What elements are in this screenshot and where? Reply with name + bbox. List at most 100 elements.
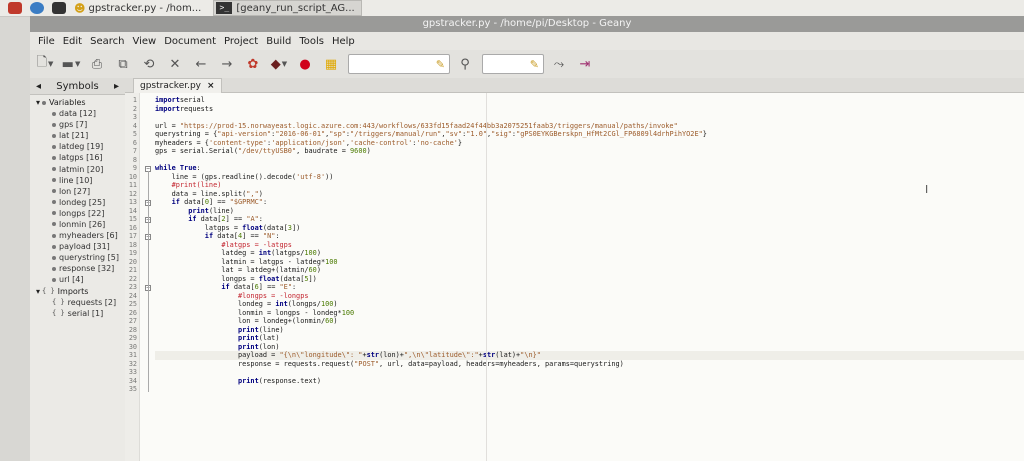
tree-item[interactable]: londeg [25]: [52, 197, 125, 208]
menu-view[interactable]: View: [132, 36, 156, 47]
code-line[interactable]: lonmin = longps - londeg*100: [155, 309, 354, 318]
taskbar-task-terminal[interactable]: >_ [geany_run_script_AG...: [213, 0, 362, 16]
code-line[interactable]: print(lon): [155, 343, 280, 352]
tree-item[interactable]: myheaders [6]: [52, 230, 125, 241]
code-line[interactable]: importrequests: [155, 105, 213, 114]
revert-button[interactable]: ⟲: [138, 53, 160, 75]
tree-item[interactable]: url [4]: [52, 274, 125, 285]
code-line[interactable]: if data[0] == "$GPRMC":: [155, 198, 267, 207]
code-line[interactable]: payload = "{\n\"longitude\": "+str(lon)+…: [155, 351, 1024, 360]
tree-item[interactable]: longps [22]: [52, 208, 125, 219]
code-line[interactable]: if data[2] == "A":: [155, 215, 263, 224]
code-line[interactable]: latdeg = int(latgps/100): [155, 249, 321, 258]
close-button[interactable]: ✕: [164, 53, 186, 75]
menu-project[interactable]: Project: [224, 36, 258, 47]
code-line[interactable]: if data[4] == "N":: [155, 232, 280, 241]
fold-margin[interactable]: −−−−−: [139, 93, 155, 461]
code-token: :: [258, 215, 263, 223]
code-line[interactable]: print(line): [155, 207, 234, 216]
tree-item[interactable]: latdeg [19]: [52, 141, 125, 152]
code-line[interactable]: while True:: [155, 164, 201, 173]
code-token: 'no-cache': [416, 138, 458, 147]
tree-item[interactable]: gps [7]: [52, 119, 125, 130]
save-button[interactable]: ⎙: [86, 53, 108, 75]
compile-button[interactable]: ✿: [242, 53, 264, 75]
browser-icon[interactable]: [30, 2, 44, 14]
run-button[interactable]: ●: [294, 53, 316, 75]
tree-item[interactable]: { } serial [1]: [52, 308, 125, 319]
code-line[interactable]: url = "https://prod-15.norwayeast.logic.…: [155, 122, 678, 131]
tree-item[interactable]: latmin [20]: [52, 163, 125, 174]
quit-button[interactable]: ⇥: [574, 53, 596, 75]
tree-item[interactable]: { } requests [2]: [52, 297, 125, 308]
tree-group-label: Imports: [57, 286, 89, 296]
back-button[interactable]: ←: [190, 53, 212, 75]
menu-search[interactable]: Search: [90, 36, 124, 47]
code-editor[interactable]: 1 2 3 4 5 6 7 8 9 10 11 12 13 14 15 16 17 18 19 20 21 22 23 24 2…: [125, 93, 1024, 461]
terminal-icon[interactable]: [52, 2, 66, 14]
chevron-right-icon[interactable]: ▸: [114, 81, 119, 92]
code-line[interactable]: lon = londeg+(lonmin/60): [155, 317, 338, 326]
tree-item[interactable]: querystring [5]: [52, 252, 125, 263]
goto-line-button[interactable]: ⤳: [548, 53, 570, 75]
code-line[interactable]: latmin = latgps - latdeg*100: [155, 258, 337, 267]
code-area[interactable]: importserial importrequests url = "https:/…: [155, 93, 1024, 461]
tree-item[interactable]: payload [31]: [52, 241, 125, 252]
menu-help[interactable]: Help: [332, 36, 355, 47]
open-file-button[interactable]: ▬ ▼: [60, 53, 82, 75]
raspberry-menu-icon[interactable]: [8, 2, 22, 14]
menu-edit[interactable]: Edit: [63, 36, 82, 47]
code-line[interactable]: importserial: [155, 96, 205, 105]
code-line[interactable]: #print(line): [155, 181, 222, 190]
editor-tabbar: gpstracker.py ×: [125, 78, 1024, 93]
menu-build[interactable]: Build: [266, 36, 291, 47]
tree-item[interactable]: lon [27]: [52, 186, 125, 197]
code-line[interactable]: #latgps = -latgps: [155, 241, 292, 250]
menu-file[interactable]: File: [38, 36, 55, 47]
code-line[interactable]: londeg = int(longps/100): [155, 300, 338, 309]
code-line[interactable]: print(line): [155, 326, 284, 335]
build-button[interactable]: ◆ ▼: [268, 53, 290, 75]
code-line[interactable]: print(response.text): [155, 377, 321, 386]
tree-item[interactable]: lat [21]: [52, 130, 125, 141]
new-file-button[interactable]: 🗋 ▼: [34, 53, 56, 75]
code-line[interactable]: #longps = -longps: [155, 292, 309, 301]
menu-document[interactable]: Document: [164, 36, 216, 47]
goto-line-input[interactable]: ✎: [482, 54, 544, 74]
code-line[interactable]: response = requests.request("POST", url,…: [155, 360, 624, 369]
chevron-left-icon[interactable]: ◂: [36, 81, 41, 92]
code-token: ]): [291, 223, 301, 232]
code-line[interactable]: querystring = {"api-version":"2016-06-01…: [155, 130, 707, 139]
code-line[interactable]: myheaders = {'content-type':'application…: [155, 139, 462, 148]
variable-icon: [52, 155, 56, 160]
close-tab-icon[interactable]: ×: [207, 81, 215, 91]
code-line[interactable]: latgps = float(data[3]): [155, 224, 300, 233]
forward-button[interactable]: →: [216, 53, 238, 75]
tree-item[interactable]: line [10]: [52, 175, 125, 186]
taskbar-task-geany[interactable]: ☻ gpstracker.py - /hom...: [72, 1, 207, 15]
tree-item[interactable]: lonmin [26]: [52, 219, 125, 230]
search-input[interactable]: ✎: [348, 54, 450, 74]
tree-item[interactable]: latgps [16]: [52, 152, 125, 163]
save-all-button[interactable]: ⧉: [112, 53, 134, 75]
window-titlebar[interactable]: gpstracker.py - /home/pi/Desktop - Geany: [30, 16, 1024, 32]
sidebar-tab-symbols[interactable]: ◂ Symbols ▸: [30, 78, 125, 95]
tree-item[interactable]: data [12]: [52, 108, 125, 119]
code-line[interactable]: if data[6] == "E":: [155, 283, 296, 292]
code-line[interactable]: print(lat): [155, 334, 280, 343]
code-line[interactable]: line = (gps.readline().decode('utf-8')): [155, 173, 334, 182]
tree-group-imports[interactable]: ▾{ } Imports: [36, 286, 125, 297]
tab-gpstracker[interactable]: gpstracker.py ×: [133, 78, 222, 93]
code-line[interactable]: longps = float(data[5]): [155, 275, 316, 284]
code-token: ] ==: [208, 198, 230, 206]
expander-arrow-icon[interactable]: ▾: [36, 287, 40, 296]
tree-group-variables[interactable]: ▾ Variables: [36, 97, 125, 108]
expander-arrow-icon[interactable]: ▾: [36, 98, 40, 107]
menu-tools[interactable]: Tools: [299, 36, 324, 47]
color-chooser-button[interactable]: ▦: [320, 53, 342, 75]
code-line[interactable]: lat = latdeg+(latmin/60): [155, 266, 321, 275]
code-line[interactable]: data = line.split(","): [155, 190, 263, 199]
find-button[interactable]: ⚲: [454, 53, 476, 75]
tree-item[interactable]: response [32]: [52, 263, 125, 274]
code-line[interactable]: gps = serial.Serial("/dev/ttyUSB0", baud…: [155, 147, 371, 156]
